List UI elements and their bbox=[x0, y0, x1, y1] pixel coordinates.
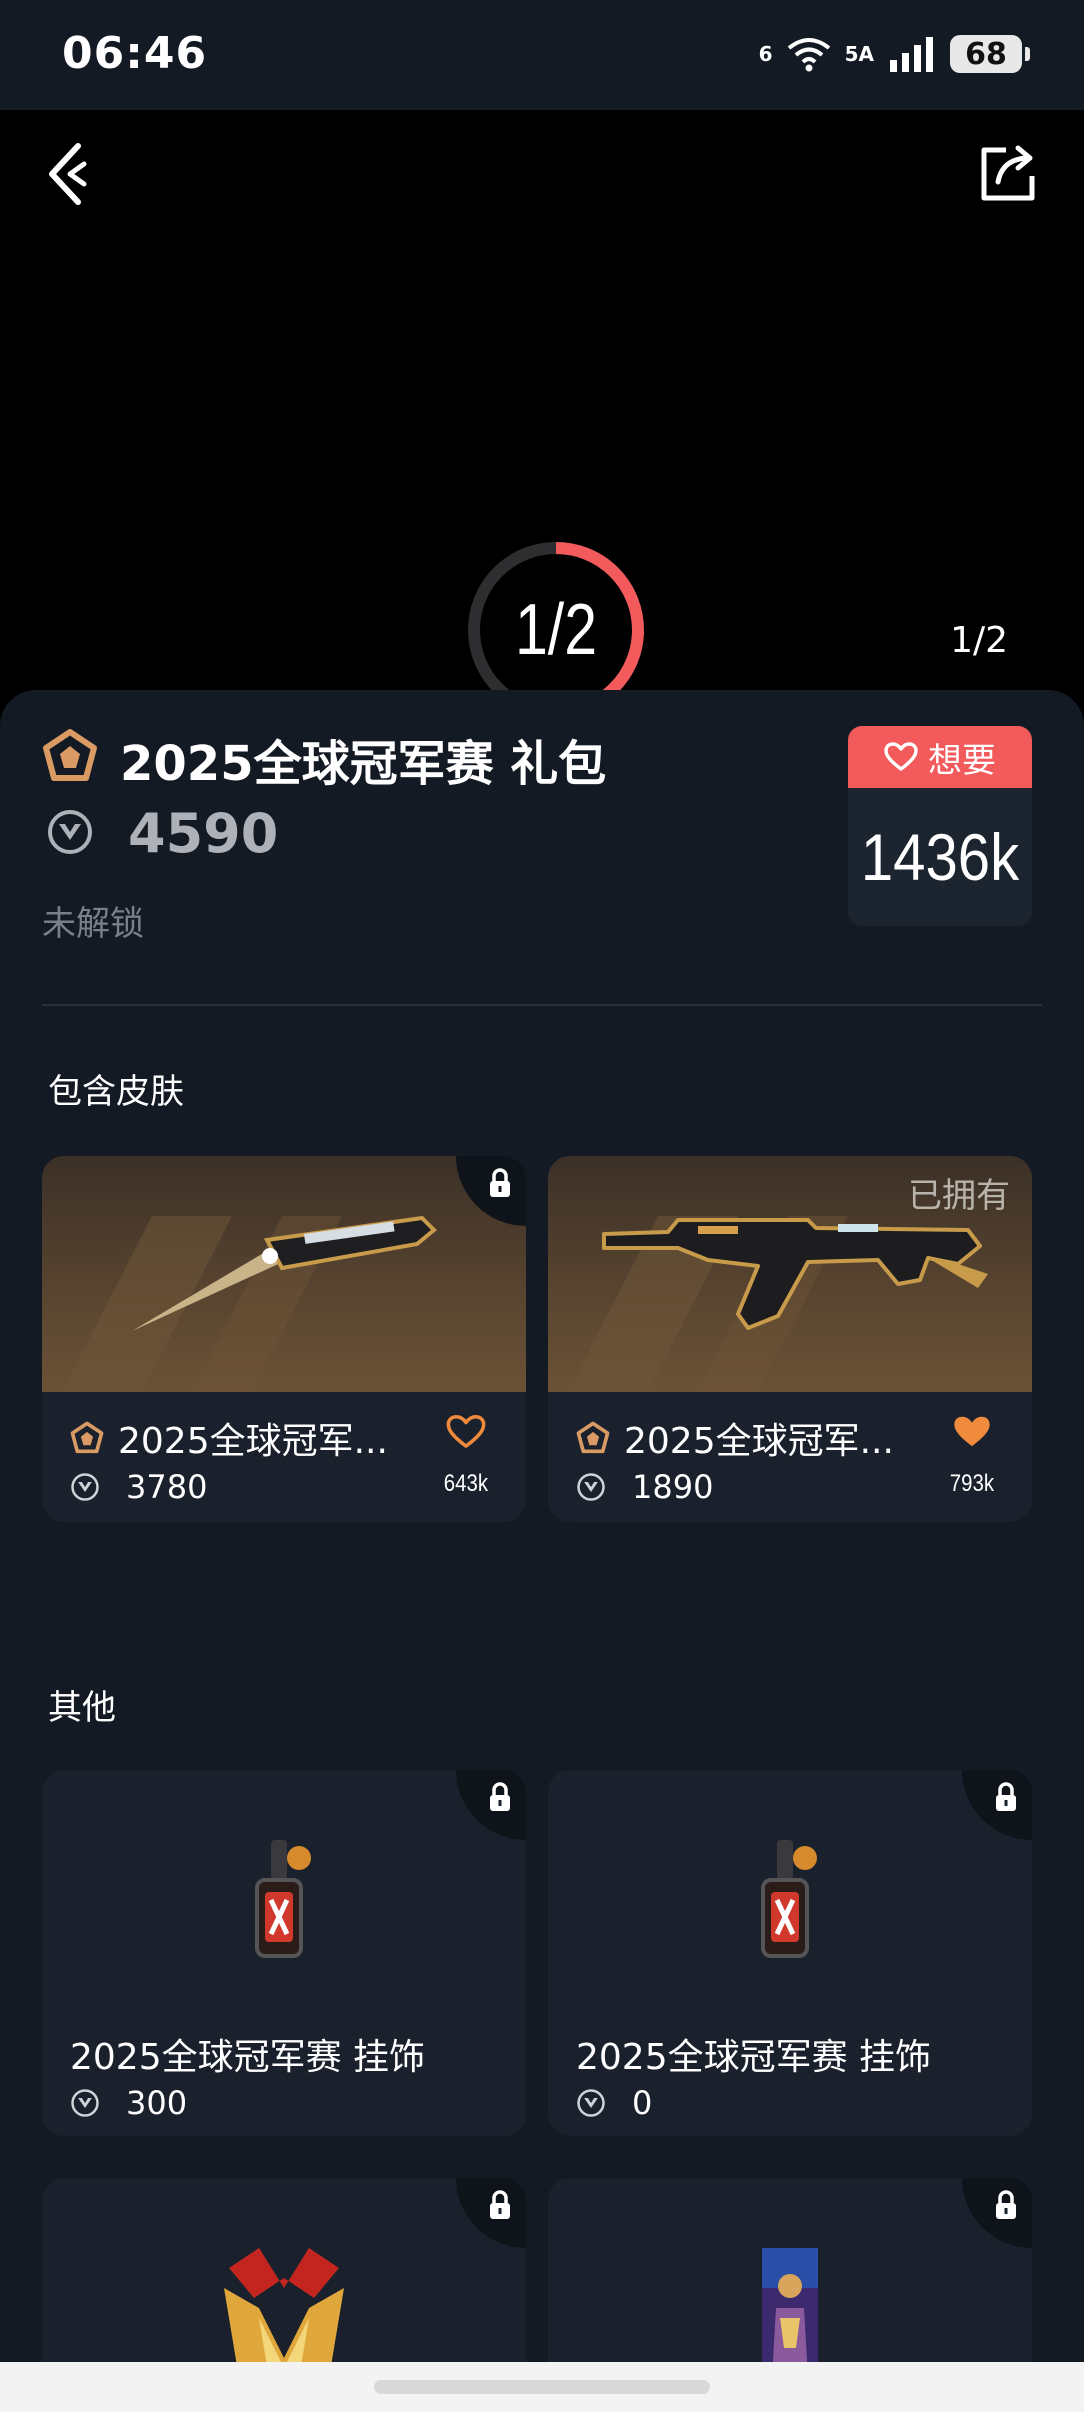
network-label: 5A bbox=[844, 42, 874, 66]
tier-icon bbox=[576, 1421, 610, 1454]
share-button[interactable] bbox=[976, 142, 1040, 206]
spray-image bbox=[224, 2248, 344, 2378]
owned-label: 已拥有 bbox=[908, 1176, 1010, 1216]
like-count: 643k bbox=[443, 1470, 488, 1497]
item-name: 2025全球冠军赛 挂饰 bbox=[70, 2037, 426, 2078]
lock-icon bbox=[996, 2190, 1016, 2219]
heart-outline-icon bbox=[884, 742, 918, 771]
other-item-card[interactable] bbox=[548, 2178, 1032, 2378]
want-count: 1436k bbox=[860, 820, 1020, 894]
wifi-label: 6 bbox=[758, 42, 773, 66]
skin-name: 2025全球冠军... bbox=[624, 1421, 894, 1462]
lock-badge bbox=[456, 2178, 526, 2248]
skin-price: 3780 bbox=[126, 1468, 208, 1506]
skin-price: 1890 bbox=[632, 1468, 714, 1506]
status-bar: 06:46 6 5A 68 bbox=[0, 0, 1084, 110]
signal-icon bbox=[890, 37, 933, 72]
back-arrow-icon bbox=[49, 143, 87, 205]
player-card-image bbox=[762, 2248, 818, 2378]
lock-icon bbox=[490, 1168, 510, 1197]
like-count: 793k bbox=[949, 1470, 994, 1497]
home-indicator[interactable] bbox=[374, 2380, 710, 2394]
heart-filled-icon bbox=[954, 1416, 990, 1447]
lock-badge bbox=[962, 2178, 1032, 2248]
valorant-points-icon bbox=[71, 1473, 99, 1501]
valorant-points-icon bbox=[577, 2089, 605, 2117]
skins-section-title: 包含皮肤 bbox=[48, 1072, 184, 1112]
bundle-price: 4590 bbox=[128, 802, 279, 865]
bundle-tier-icon bbox=[43, 729, 97, 781]
valorant-points-icon bbox=[71, 2089, 99, 2117]
valorant-points-icon bbox=[48, 810, 92, 854]
back-button[interactable] bbox=[40, 138, 100, 208]
media-counter: 1/2 bbox=[950, 620, 1008, 661]
share-icon bbox=[981, 145, 1035, 201]
lock-icon bbox=[490, 2190, 510, 2219]
bundle-title: 2025全球冠军赛 礼包 bbox=[120, 736, 607, 792]
tier-icon bbox=[70, 1421, 104, 1454]
want-label: 想要 bbox=[928, 740, 996, 781]
skin-image-knife bbox=[42, 1156, 526, 1392]
other-item-card[interactable]: 2025全球冠军赛 挂饰 0 bbox=[548, 1770, 1032, 2136]
gesture-bar-area bbox=[0, 2362, 1084, 2412]
valorant-points-icon bbox=[577, 1473, 605, 1501]
wifi-icon bbox=[787, 38, 830, 72]
detail-sheet: 2025全球冠军赛 礼包 4590 未解锁 想要 1436k 包含皮肤 2025… bbox=[0, 690, 1084, 2412]
item-name: 2025全球冠军赛 挂饰 bbox=[576, 2037, 932, 2078]
skin-card[interactable]: 2025全球冠军... 3780 643k bbox=[42, 1156, 526, 1522]
item-price: 0 bbox=[632, 2084, 653, 2122]
other-item-card[interactable]: 2025全球冠军赛 挂饰 300 bbox=[42, 1770, 526, 2136]
other-section-title: 其他 bbox=[48, 1688, 116, 1728]
other-item-card[interactable] bbox=[42, 2178, 526, 2378]
unlock-status: 未解锁 bbox=[42, 904, 144, 944]
lock-icon bbox=[996, 1782, 1016, 1811]
lock-icon bbox=[490, 1782, 510, 1811]
like-button[interactable] bbox=[952, 1414, 992, 1454]
status-icons: 6 5A 68 bbox=[758, 34, 1030, 74]
skin-name: 2025全球冠军... bbox=[118, 1421, 388, 1462]
skin-image-rifle: 已拥有 bbox=[548, 1156, 1032, 1392]
heart-outline-icon bbox=[446, 1414, 486, 1448]
divider bbox=[42, 1004, 1042, 1006]
status-time: 06:46 bbox=[62, 28, 208, 79]
charm-image bbox=[42, 1820, 526, 1990]
hero-media[interactable]: 1/2 1/2 bbox=[0, 110, 1084, 730]
like-button[interactable] bbox=[446, 1414, 486, 1454]
want-button[interactable]: 想要 bbox=[848, 726, 1032, 788]
skin-card[interactable]: 已拥有 2025全球冠军... 1890 793k bbox=[548, 1156, 1032, 1522]
want-box[interactable]: 想要 1436k bbox=[848, 726, 1032, 926]
item-price: 300 bbox=[126, 2084, 188, 2122]
battery-indicator: 68 bbox=[950, 35, 1030, 73]
charm-image bbox=[548, 1820, 1032, 1990]
